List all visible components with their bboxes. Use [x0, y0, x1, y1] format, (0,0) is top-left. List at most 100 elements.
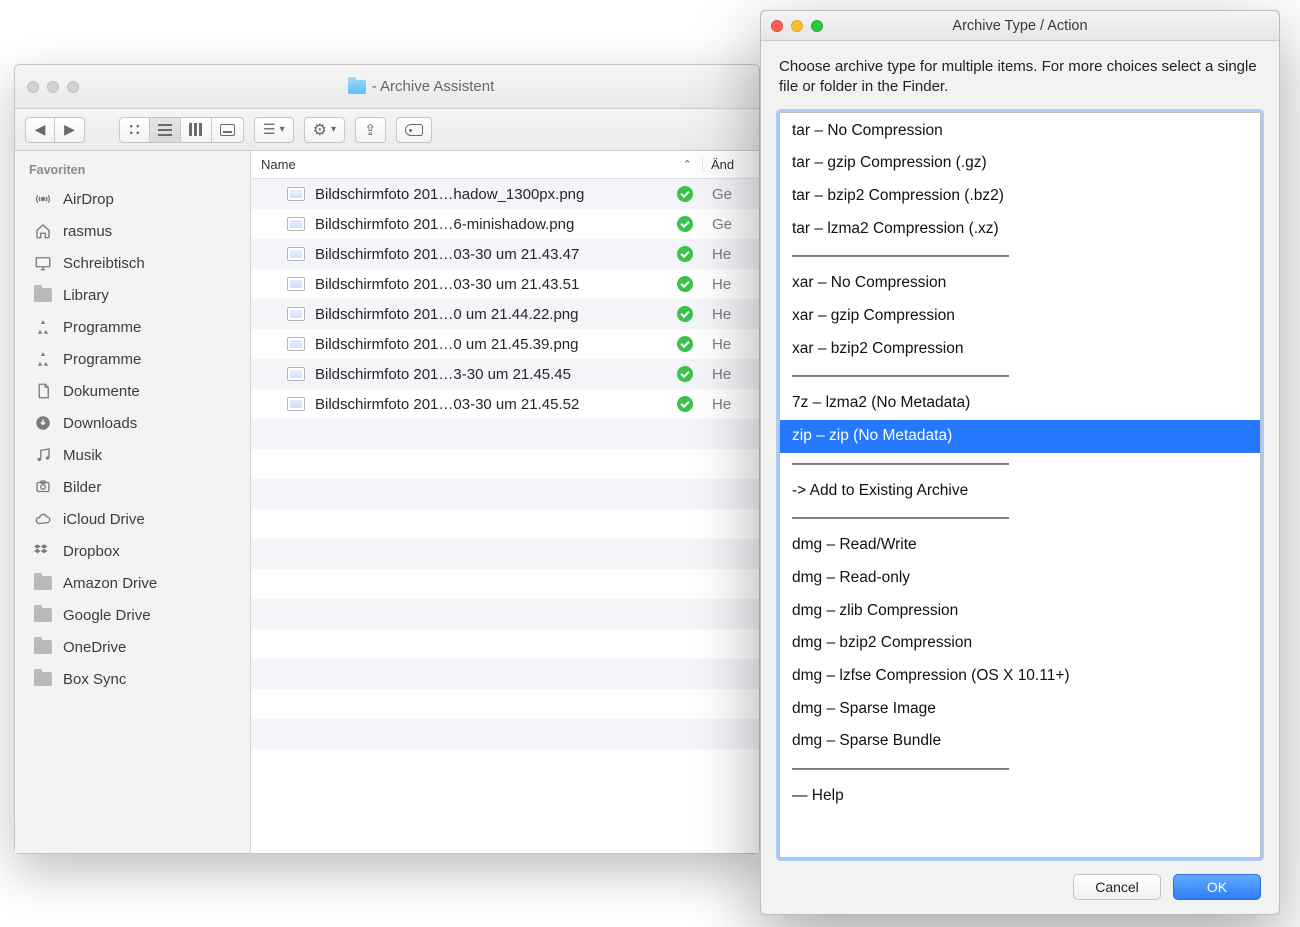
- dialog-titlebar[interactable]: Archive Type / Action: [761, 11, 1279, 41]
- finder-title-text: - Archive Assistent: [372, 78, 495, 95]
- home-icon: [33, 221, 53, 241]
- archive-type-list[interactable]: tar – No Compressiontar – gzip Compressi…: [779, 112, 1261, 859]
- archive-option[interactable]: xar – bzip2 Compression: [780, 333, 1260, 366]
- archive-option[interactable]: xar – No Compression: [780, 267, 1260, 300]
- forward-button[interactable]: ▶: [55, 117, 85, 143]
- documents-icon: [33, 381, 53, 401]
- action-button[interactable]: ⚙▾: [304, 117, 345, 143]
- archive-option[interactable]: dmg – bzip2 Compression: [780, 627, 1260, 660]
- sidebar-item-musik[interactable]: Musik: [15, 439, 250, 471]
- sidebar-item-label: Bilder: [63, 479, 101, 496]
- dialog-description: Choose archive type for multiple items. …: [779, 57, 1261, 98]
- view-cover-button[interactable]: [212, 117, 244, 143]
- folder-icon: [348, 80, 366, 94]
- folder-icon: [33, 637, 53, 657]
- back-button[interactable]: ◀: [25, 117, 55, 143]
- finder-titlebar[interactable]: - Archive Assistent: [15, 65, 759, 109]
- empty-row: [251, 599, 759, 629]
- sidebar-header: Favoriten: [15, 159, 250, 183]
- sidebar-item-icloud-drive[interactable]: iCloud Drive: [15, 503, 250, 535]
- file-row[interactable]: Bildschirmfoto 201…6-minishadow.pngGe: [251, 209, 759, 239]
- archive-option[interactable]: dmg – lzfse Compression (OS X 10.11+): [780, 660, 1260, 693]
- sync-ok-icon: [677, 306, 693, 322]
- zoom-dot[interactable]: [811, 20, 823, 32]
- file-modified: He: [703, 336, 759, 353]
- column-name-header[interactable]: Name ⌃: [251, 157, 703, 172]
- archive-option[interactable]: dmg – Sparse Bundle: [780, 725, 1260, 758]
- view-icon-button[interactable]: [119, 117, 150, 143]
- minimize-dot[interactable]: [791, 20, 803, 32]
- cancel-button[interactable]: Cancel: [1073, 874, 1161, 900]
- archive-option[interactable]: — Help: [780, 780, 1260, 813]
- file-list[interactable]: Bildschirmfoto 201…hadow_1300px.pngGeBil…: [251, 179, 759, 853]
- file-row[interactable]: Bildschirmfoto 201…3-30 um 21.45.45He: [251, 359, 759, 389]
- dialog-title: Archive Type / Action: [952, 18, 1087, 34]
- finder-title: - Archive Assistent: [95, 78, 747, 95]
- sidebar-item-google-drive[interactable]: Google Drive: [15, 599, 250, 631]
- file-modified: He: [703, 366, 759, 383]
- archive-option[interactable]: tar – No Compression: [780, 115, 1260, 148]
- downloads-icon: [33, 413, 53, 433]
- file-row[interactable]: Bildschirmfoto 201…0 um 21.45.39.pngHe: [251, 329, 759, 359]
- sidebar-item-rasmus[interactable]: rasmus: [15, 215, 250, 247]
- archive-option[interactable]: 7z – lzma2 (No Metadata): [780, 387, 1260, 420]
- sidebar-item-label: Programme: [63, 351, 141, 368]
- close-dot[interactable]: [27, 81, 39, 93]
- file-row[interactable]: Bildschirmfoto 201…03-30 um 21.43.51He: [251, 269, 759, 299]
- file-modified: Ge: [703, 186, 759, 203]
- file-row[interactable]: Bildschirmfoto 201…03-30 um 21.43.47He: [251, 239, 759, 269]
- sidebar-item-onedrive[interactable]: OneDrive: [15, 631, 250, 663]
- sidebar-item-airdrop[interactable]: AirDrop: [15, 183, 250, 215]
- archive-option[interactable]: -> Add to Existing Archive: [780, 475, 1260, 508]
- view-list-button[interactable]: [150, 117, 181, 143]
- sidebar-item-library[interactable]: Library: [15, 279, 250, 311]
- sidebar-item-programme[interactable]: Programme: [15, 311, 250, 343]
- file-modified: Ge: [703, 216, 759, 233]
- tags-button[interactable]: [396, 117, 432, 143]
- archive-option[interactable]: dmg – zlib Compression: [780, 595, 1260, 628]
- archive-option[interactable]: tar – lzma2 Compression (.xz): [780, 213, 1260, 246]
- file-row[interactable]: Bildschirmfoto 201…03-30 um 21.45.52He: [251, 389, 759, 419]
- archive-dialog: Archive Type / Action Choose archive typ…: [760, 10, 1280, 915]
- sidebar-item-label: iCloud Drive: [63, 511, 145, 528]
- file-row[interactable]: Bildschirmfoto 201…0 um 21.44.22.pngHe: [251, 299, 759, 329]
- empty-row: [251, 419, 759, 449]
- sidebar-item-dropbox[interactable]: Dropbox: [15, 535, 250, 567]
- file-icon: [287, 307, 305, 321]
- finder-content: Name ⌃ Änd Bildschirmfoto 201…hadow_1300…: [251, 151, 759, 853]
- empty-row: [251, 539, 759, 569]
- share-button[interactable]: ⇪: [355, 117, 386, 143]
- file-modified: He: [703, 276, 759, 293]
- list-separator: ——————————————: [780, 365, 1260, 387]
- view-buttons: [119, 117, 244, 143]
- file-row[interactable]: Bildschirmfoto 201…hadow_1300px.pngGe: [251, 179, 759, 209]
- file-modified: He: [703, 306, 759, 323]
- column-mod-header[interactable]: Änd: [703, 157, 759, 172]
- minimize-dot[interactable]: [47, 81, 59, 93]
- archive-option[interactable]: dmg – Sparse Image: [780, 693, 1260, 726]
- empty-row: [251, 659, 759, 689]
- sidebar-item-amazon-drive[interactable]: Amazon Drive: [15, 567, 250, 599]
- archive-option[interactable]: dmg – Read/Write: [780, 529, 1260, 562]
- archive-option[interactable]: tar – gzip Compression (.gz): [780, 147, 1260, 180]
- sidebar-item-downloads[interactable]: Downloads: [15, 407, 250, 439]
- empty-row: [251, 449, 759, 479]
- sidebar-item-label: Google Drive: [63, 607, 151, 624]
- archive-option[interactable]: xar – gzip Compression: [780, 300, 1260, 333]
- archive-option[interactable]: dmg – Read-only: [780, 562, 1260, 595]
- finder-toolbar: ◀ ▶ ☰▾ ⚙▾ ⇪: [15, 109, 759, 151]
- sidebar-item-programme[interactable]: Programme: [15, 343, 250, 375]
- view-column-button[interactable]: [181, 117, 212, 143]
- archive-option[interactable]: zip – zip (No Metadata): [780, 420, 1260, 453]
- sidebar-item-schreibtisch[interactable]: Schreibtisch: [15, 247, 250, 279]
- archive-option[interactable]: tar – bzip2 Compression (.bz2): [780, 180, 1260, 213]
- arrange-button[interactable]: ☰▾: [254, 117, 294, 143]
- column-mod-label: Änd: [711, 157, 734, 172]
- close-dot[interactable]: [771, 20, 783, 32]
- sidebar-item-bilder[interactable]: Bilder: [15, 471, 250, 503]
- zoom-dot[interactable]: [67, 81, 79, 93]
- sync-ok-icon: [677, 246, 693, 262]
- sidebar-item-dokumente[interactable]: Dokumente: [15, 375, 250, 407]
- ok-button[interactable]: OK: [1173, 874, 1261, 900]
- sidebar-item-box-sync[interactable]: Box Sync: [15, 663, 250, 695]
